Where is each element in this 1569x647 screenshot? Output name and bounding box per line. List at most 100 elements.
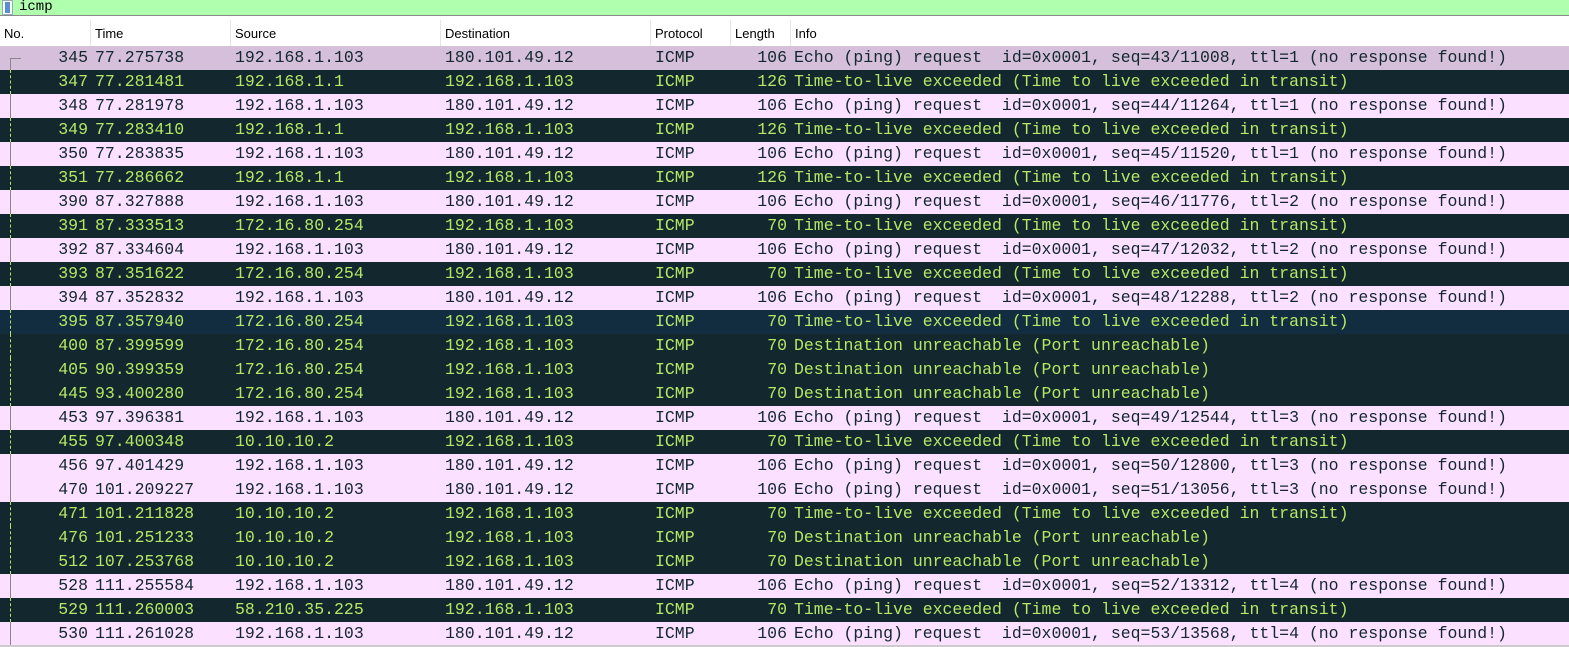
packet-row[interactable]: 350 77.283835 192.168.1.103 180.101.49.12 IC… — [0, 142, 1569, 166]
packet-time: 93.400280 — [95, 384, 185, 403]
packet-row[interactable]: 456 97.401429 192.168.1.103 180.101.49.12 IC… — [0, 454, 1569, 478]
packet-row[interactable]: 394 87.352832 192.168.1.103 180.101.49.12 IC… — [0, 286, 1569, 310]
packet-number: 529 — [58, 600, 88, 619]
packet-info: Time-to-live exceeded (Time to live exce… — [794, 264, 1349, 283]
packet-source: 192.168.1.1 — [235, 72, 344, 91]
packet-time: 87.357940 — [95, 312, 185, 331]
packet-info: Echo (ping) request id=0x0001, seq=49/12… — [794, 408, 1507, 427]
packet-info: Time-to-live exceeded (Time to live exce… — [794, 120, 1349, 139]
packet-row-selected[interactable]: 345 77.275738 192.168.1.103 180.101.49.12 IC… — [0, 46, 1569, 70]
column-header-source[interactable]: Source — [231, 20, 441, 46]
packet-destination: 180.101.49.12 — [445, 624, 574, 643]
column-header-destination[interactable]: Destination — [441, 20, 651, 46]
packet-time: 87.333513 — [95, 216, 185, 235]
packet-time: 77.281978 — [95, 96, 185, 115]
packet-info: Echo (ping) request id=0x0001, seq=48/12… — [794, 288, 1507, 307]
packet-info: Time-to-live exceeded (Time to live exce… — [794, 504, 1349, 523]
packet-number: 395 — [58, 312, 88, 331]
packet-source: 172.16.80.254 — [235, 384, 364, 403]
packet-destination: 192.168.1.103 — [445, 552, 574, 571]
packet-row[interactable]: 351 77.286662 192.168.1.1 192.168.1.103 ICMP… — [0, 166, 1569, 190]
packet-info: Time-to-live exceeded (Time to live exce… — [794, 432, 1349, 451]
packet-number: 348 — [58, 96, 88, 115]
packet-source: 10.10.10.2 — [235, 432, 335, 451]
packet-protocol: ICMP — [655, 576, 695, 595]
packet-destination: 192.168.1.103 — [445, 264, 574, 283]
packet-source: 192.168.1.103 — [235, 192, 364, 211]
packet-length: 106 — [757, 480, 787, 499]
packet-row[interactable]: 476 101.251233 10.10.10.2 192.168.1.103 ICMP… — [0, 526, 1569, 550]
column-header-length[interactable]: Length — [731, 20, 791, 46]
column-header-protocol[interactable]: Protocol — [651, 20, 731, 46]
packet-length: 126 — [757, 168, 787, 187]
packet-time: 101.209227 — [95, 480, 195, 499]
packet-time: 77.275738 — [95, 48, 185, 67]
packet-length: 106 — [757, 288, 787, 307]
packet-row[interactable]: 512 107.253768 10.10.10.2 192.168.1.103 ICMP… — [0, 550, 1569, 574]
packet-info: Time-to-live exceeded (Time to live exce… — [794, 168, 1349, 187]
packet-info: Destination unreachable (Port unreachabl… — [794, 336, 1210, 355]
column-header-no[interactable]: No. — [0, 20, 91, 46]
packet-time: 77.286662 — [95, 168, 185, 187]
packet-row[interactable]: 390 87.327888 192.168.1.103 180.101.49.12 IC… — [0, 190, 1569, 214]
packet-info: Destination unreachable (Port unreachabl… — [794, 528, 1210, 547]
packet-number: 470 — [58, 480, 88, 499]
packet-source: 192.168.1.1 — [235, 120, 344, 139]
packet-row[interactable]: 470 101.209227 192.168.1.103 180.101.49.12 I… — [0, 478, 1569, 502]
packet-source: 58.210.35.225 — [235, 600, 364, 619]
column-header-time[interactable]: Time — [91, 20, 231, 46]
packet-destination: 180.101.49.12 — [445, 240, 574, 259]
bookmark-icon[interactable] — [2, 0, 13, 15]
column-header-info[interactable]: Info — [791, 20, 1569, 46]
packet-protocol: ICMP — [655, 72, 695, 91]
packet-destination: 192.168.1.103 — [445, 72, 574, 91]
packet-number: 351 — [58, 168, 88, 187]
packet-row[interactable]: 528 111.255584 192.168.1.103 180.101.49.12 I… — [0, 574, 1569, 598]
packet-destination: 192.168.1.103 — [445, 600, 574, 619]
packet-row[interactable]: 445 93.400280 172.16.80.254 192.168.1.103 IC… — [0, 382, 1569, 406]
packet-row[interactable]: 393 87.351622 172.16.80.254 192.168.1.103 IC… — [0, 262, 1569, 286]
packet-length: 70 — [767, 432, 787, 451]
display-filter-input[interactable] — [19, 0, 1559, 15]
packet-number: 476 — [58, 528, 88, 547]
packet-time: 77.283835 — [95, 144, 185, 163]
packet-row[interactable]: 530 111.261028 192.168.1.103 180.101.49.12 I… — [0, 622, 1569, 646]
packet-source: 10.10.10.2 — [235, 552, 335, 571]
packet-source: 172.16.80.254 — [235, 216, 364, 235]
packet-time: 87.399599 — [95, 336, 185, 355]
packet-length: 70 — [767, 360, 787, 379]
packet-length: 126 — [757, 120, 787, 139]
packet-protocol: ICMP — [655, 288, 695, 307]
packet-length: 106 — [757, 576, 787, 595]
packet-length: 106 — [757, 624, 787, 643]
packet-row[interactable]: 400 87.399599 172.16.80.254 192.168.1.103 IC… — [0, 334, 1569, 358]
packet-row[interactable]: 395 87.357940 172.16.80.254 192.168.1.103 IC… — [0, 310, 1569, 334]
packet-row[interactable]: 348 77.281978 192.168.1.103 180.101.49.12 IC… — [0, 94, 1569, 118]
packet-source: 192.168.1.103 — [235, 48, 364, 67]
packet-row[interactable]: 349 77.283410 192.168.1.1 192.168.1.103 ICMP… — [0, 118, 1569, 142]
packet-row[interactable]: 391 87.333513 172.16.80.254 192.168.1.103 IC… — [0, 214, 1569, 238]
packet-number: 393 — [58, 264, 88, 283]
packet-time: 101.251233 — [95, 528, 195, 547]
packet-time: 87.327888 — [95, 192, 185, 211]
packet-destination: 192.168.1.103 — [445, 168, 574, 187]
packet-row[interactable]: 453 97.396381 192.168.1.103 180.101.49.12 IC… — [0, 406, 1569, 430]
packet-row[interactable]: 347 77.281481 192.168.1.1 192.168.1.103 ICMP… — [0, 70, 1569, 94]
packet-row[interactable]: 471 101.211828 10.10.10.2 192.168.1.103 ICMP… — [0, 502, 1569, 526]
packet-number: 512 — [58, 552, 88, 571]
packet-row[interactable]: 405 90.399359 172.16.80.254 192.168.1.103 IC… — [0, 358, 1569, 382]
packet-destination: 180.101.49.12 — [445, 408, 574, 427]
packet-info: Destination unreachable (Port unreachabl… — [794, 360, 1210, 379]
packet-length: 106 — [757, 48, 787, 67]
display-filter-bar — [0, 0, 1569, 16]
packet-length: 70 — [767, 336, 787, 355]
packet-row[interactable]: 392 87.334604 192.168.1.103 180.101.49.12 IC… — [0, 238, 1569, 262]
packet-row[interactable]: 529 111.260003 58.210.35.225 192.168.1.103 I… — [0, 598, 1569, 622]
packet-length: 106 — [757, 456, 787, 475]
packet-protocol: ICMP — [655, 240, 695, 259]
packet-row[interactable]: 455 97.400348 10.10.10.2 192.168.1.103 ICMP 7… — [0, 430, 1569, 454]
packet-destination: 192.168.1.103 — [445, 336, 574, 355]
packet-protocol: ICMP — [655, 120, 695, 139]
packet-source: 192.168.1.103 — [235, 240, 364, 259]
packet-destination: 192.168.1.103 — [445, 432, 574, 451]
